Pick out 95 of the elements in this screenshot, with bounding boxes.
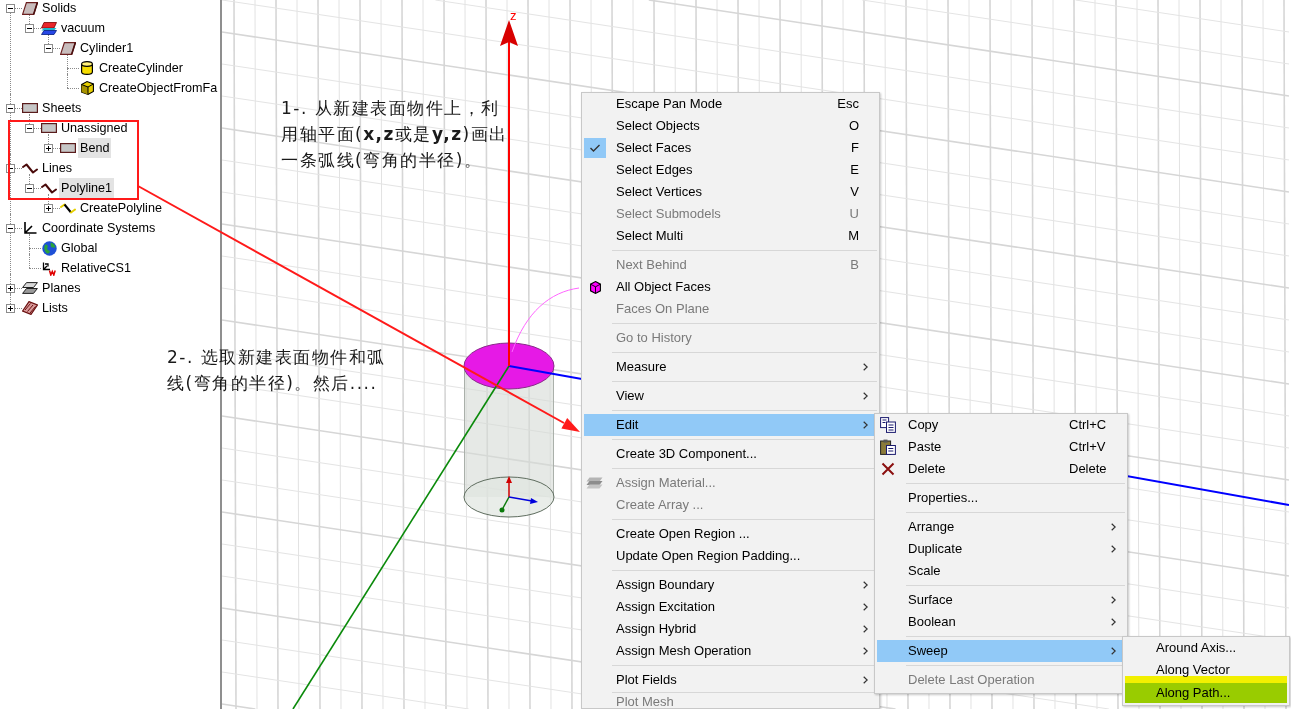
tree-item[interactable]: Coordinate Systems bbox=[40, 218, 158, 238]
menu-item[interactable]: Boolean bbox=[877, 611, 1125, 633]
menu-item[interactable]: All Object Faces bbox=[584, 276, 877, 298]
minus-box-icon[interactable] bbox=[25, 23, 34, 33]
minus-box-icon[interactable] bbox=[25, 123, 34, 133]
planes-icon bbox=[22, 282, 38, 294]
minus-box-icon[interactable] bbox=[6, 3, 15, 13]
menu-item[interactable]: Assign Boundary bbox=[584, 574, 877, 596]
tree-item[interactable]: Sheets bbox=[40, 98, 84, 118]
menu-item[interactable]: Create Open Region ... bbox=[584, 523, 877, 545]
tree-item[interactable]: CreatePolyline bbox=[78, 198, 164, 218]
sheet-icon bbox=[60, 143, 76, 153]
menu-item[interactable]: Select Vertices V bbox=[584, 181, 877, 203]
menu-item[interactable]: Update Open Region Padding... bbox=[584, 545, 877, 567]
tree-item[interactable]: Lines bbox=[40, 158, 75, 178]
striped-slab-icon bbox=[22, 301, 38, 315]
shortcut-text: F bbox=[851, 140, 859, 156]
minus-box-icon[interactable] bbox=[6, 163, 15, 173]
slab-icon bbox=[22, 1, 38, 15]
stacked-layers-icon bbox=[41, 21, 57, 35]
plus-box-icon[interactable] bbox=[6, 283, 15, 293]
menu-item[interactable]: Sweep bbox=[877, 640, 1125, 662]
polyline-icon bbox=[60, 202, 76, 214]
copy-icon bbox=[880, 417, 896, 433]
plus-box-icon[interactable] bbox=[44, 203, 53, 213]
tree-item[interactable]: Global bbox=[59, 238, 100, 258]
shortcut-text: B bbox=[850, 257, 859, 273]
axis-label: z bbox=[510, 8, 517, 23]
tree-item[interactable]: Lists bbox=[40, 298, 70, 318]
menu-item[interactable]: View bbox=[584, 385, 877, 407]
menu-item[interactable]: Plot Fields bbox=[584, 669, 877, 691]
face-leader-line bbox=[511, 287, 580, 353]
polyline-icon bbox=[41, 182, 57, 194]
tree-item[interactable]: Unassigned bbox=[59, 118, 130, 138]
annotation-text: 2-. 选取新建表面物件和弧线(弯角的半径)。然后.... bbox=[167, 346, 387, 395]
minus-box-icon[interactable] bbox=[25, 183, 34, 193]
menu-item[interactable]: Delete Delete bbox=[877, 458, 1125, 480]
menu-item[interactable]: Around Axis... bbox=[1125, 637, 1287, 659]
cylinder-icon bbox=[81, 61, 93, 75]
tree-item[interactable]: CreateCylinder bbox=[97, 58, 185, 78]
shortcut-text: V bbox=[850, 184, 859, 200]
shortcut-text: M bbox=[848, 228, 859, 244]
menu-item[interactable]: Duplicate bbox=[877, 538, 1125, 560]
tree-item[interactable]: vacuum bbox=[59, 18, 108, 38]
menu-item[interactable]: Select Faces F bbox=[584, 137, 877, 159]
axes-icon bbox=[23, 221, 37, 235]
shortcut-text: Ctrl+C bbox=[1069, 417, 1107, 433]
minus-box-icon[interactable] bbox=[6, 223, 15, 233]
cube-icon bbox=[590, 280, 601, 294]
sheet-icon bbox=[41, 123, 57, 133]
menu-item[interactable]: Edit bbox=[584, 414, 877, 436]
shortcut-text: O bbox=[848, 118, 859, 134]
menu-item[interactable]: Properties... bbox=[877, 487, 1125, 509]
minus-box-icon[interactable] bbox=[44, 43, 53, 53]
globe-icon bbox=[41, 240, 57, 256]
menu-item[interactable]: Copy Ctrl+C bbox=[877, 414, 1125, 436]
shortcut-text: U bbox=[849, 206, 859, 222]
axis-triad-icon bbox=[499, 476, 538, 513]
shortcut-text: Ctrl+V bbox=[1069, 439, 1106, 455]
polyline-icon bbox=[22, 162, 38, 174]
stacked-slabs-icon bbox=[586, 477, 603, 489]
tree-item[interactable]: Polyline1 bbox=[59, 178, 115, 198]
plus-box-icon[interactable] bbox=[6, 303, 15, 313]
sheet-icon bbox=[22, 103, 38, 113]
menu-item[interactable]: Escape Pan Mode Esc bbox=[584, 93, 877, 115]
paste-icon bbox=[880, 439, 896, 455]
menu-item[interactable]: Select Multi M bbox=[584, 225, 877, 247]
tree-item[interactable]: Solids bbox=[40, 0, 79, 18]
menu-item[interactable]: Paste Ctrl+V bbox=[877, 436, 1125, 458]
menu-item[interactable]: Assign Excitation bbox=[584, 596, 877, 618]
menu-item[interactable]: Scale bbox=[877, 560, 1125, 582]
shortcut-text: E bbox=[850, 162, 859, 178]
tree-item[interactable]: Cylinder1 bbox=[78, 38, 136, 58]
menu-item[interactable]: Along Path... bbox=[1125, 676, 1287, 703]
annotation-text: 1-. 从新建表面物件上，利用轴平面(x,z或是y,z)画出一条弧线(弯角的半径)。 bbox=[281, 97, 509, 172]
coordinate-axes-icon bbox=[41, 260, 57, 276]
menu-item[interactable]: Surface bbox=[877, 589, 1125, 611]
menu-item[interactable]: Select Objects O bbox=[584, 115, 877, 137]
menu-item[interactable]: Assign Mesh Operation bbox=[584, 640, 877, 662]
menu-item[interactable]: Assign Hybrid bbox=[584, 618, 877, 640]
tree-item[interactable]: Planes bbox=[40, 278, 83, 298]
minus-box-icon[interactable] bbox=[6, 103, 15, 113]
delete-icon bbox=[881, 462, 895, 476]
menu-item[interactable]: Select Edges E bbox=[584, 159, 877, 181]
shortcut-text: Delete bbox=[1069, 461, 1107, 477]
cube-icon bbox=[80, 81, 94, 95]
tree-item[interactable]: RelativeCS1 bbox=[59, 258, 133, 278]
tree-item[interactable]: Bend bbox=[78, 138, 112, 158]
menu-item[interactable]: Create 3D Component... bbox=[584, 443, 877, 465]
menu-item[interactable]: Arrange bbox=[877, 516, 1125, 538]
tree-item[interactable]: CreateObjectFromFa bbox=[97, 78, 220, 98]
slab-icon bbox=[60, 41, 76, 55]
menu-item[interactable]: Measure bbox=[584, 356, 877, 378]
plus-box-icon[interactable] bbox=[44, 143, 53, 153]
shortcut-text: Esc bbox=[837, 96, 859, 112]
